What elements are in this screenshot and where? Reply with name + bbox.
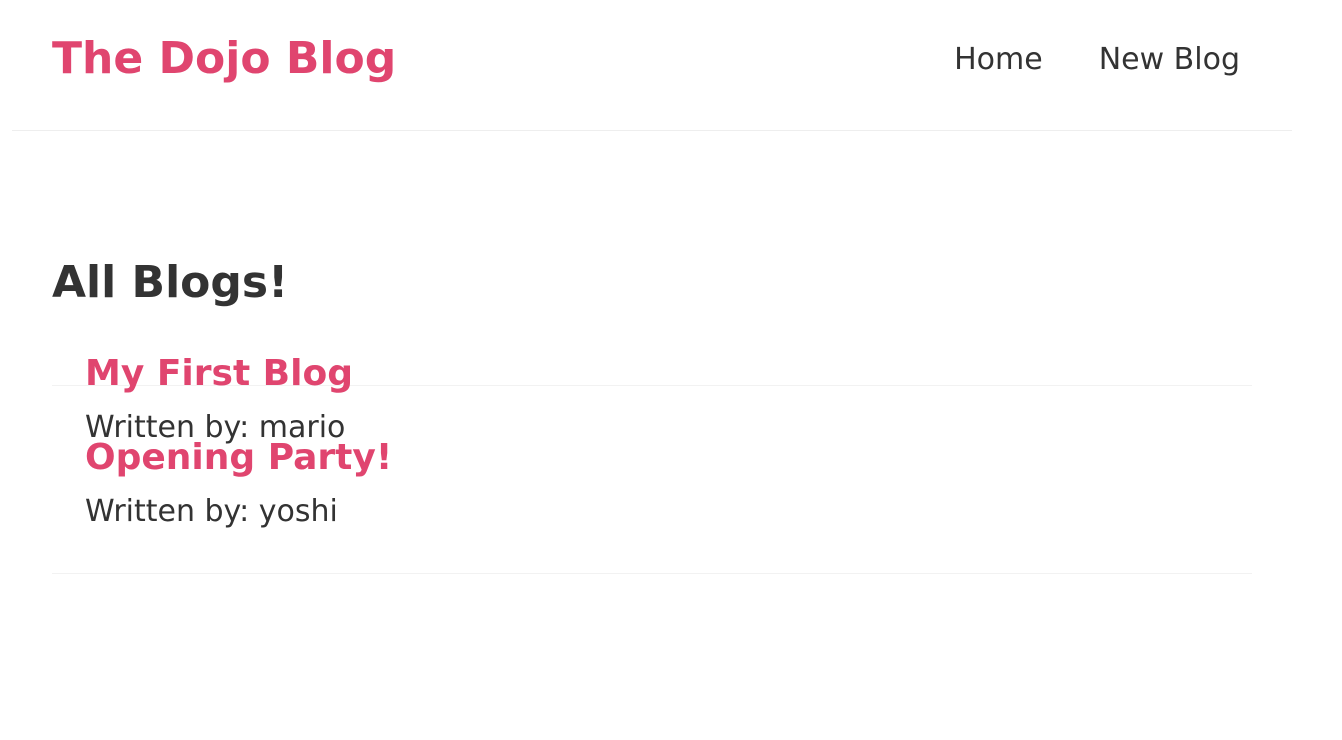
author-name: yoshi bbox=[258, 494, 338, 529]
author-prefix: Written by: bbox=[85, 494, 259, 529]
blog-preview[interactable]: Opening Party! Written by: yoshi bbox=[52, 386, 1252, 574]
nav-links: Home New Blog bbox=[954, 40, 1240, 80]
blog-preview[interactable]: My First Blog Written by: mario bbox=[52, 264, 1252, 445]
blog-title[interactable]: Opening Party! bbox=[85, 386, 1252, 480]
nav-link-home[interactable]: Home bbox=[954, 40, 1043, 80]
nav-link-new-blog[interactable]: New Blog bbox=[1099, 40, 1240, 80]
blog-list: My First Blog Written by: mario Opening … bbox=[52, 264, 1252, 574]
brand-title[interactable]: The Dojo Blog bbox=[52, 31, 396, 87]
blog-author: Written by: yoshi bbox=[85, 494, 1252, 530]
main-content: All Blogs! My First Blog Written by: mar… bbox=[52, 252, 1252, 574]
navbar: The Dojo Blog Home New Blog bbox=[12, 0, 1292, 131]
